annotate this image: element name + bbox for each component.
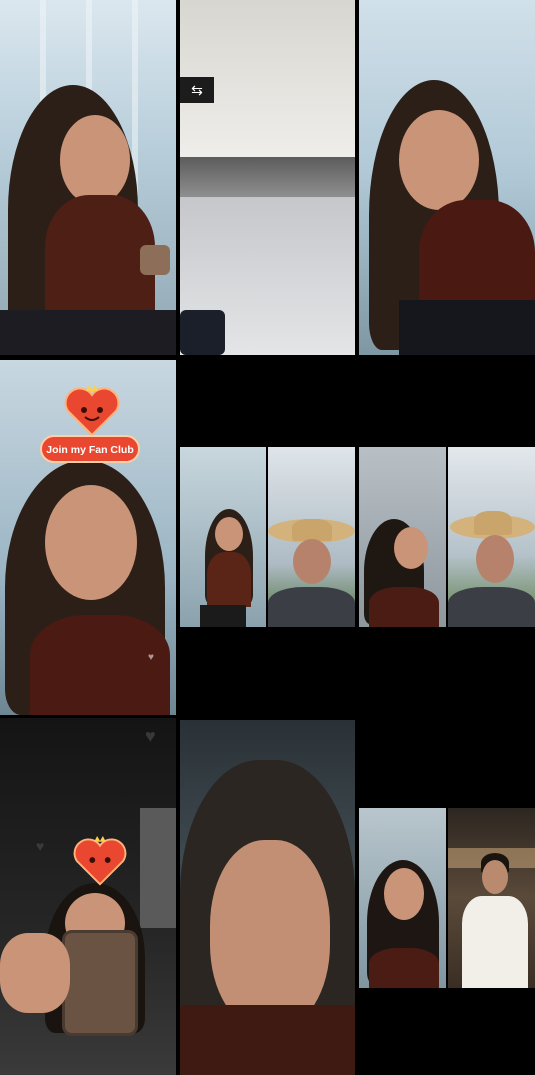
luggage-handle <box>180 310 225 355</box>
knit-top <box>369 948 439 988</box>
baggage-sign: ⇆ <box>180 77 214 103</box>
tile-woman-closeup[interactable] <box>180 720 355 1075</box>
white-shirt <box>462 896 528 988</box>
tile-airport-baggage-claim[interactable]: ⇆ <box>180 0 355 355</box>
fan-club-heart-icon <box>64 385 120 437</box>
hand <box>0 933 70 1013</box>
jeans <box>399 300 535 355</box>
phone-device <box>140 245 170 275</box>
pants <box>200 605 246 627</box>
knit-top <box>45 195 155 325</box>
phone-device <box>62 930 138 1036</box>
jeans <box>0 310 176 355</box>
tile-duet-man-cowboy-hat-2[interactable] <box>448 447 535 627</box>
knit-top <box>369 587 439 627</box>
tile-duet-woman-terminal[interactable] <box>180 447 266 627</box>
tile-duet-woman-smiling[interactable] <box>359 808 446 988</box>
tile-woman-leaning-terminal[interactable] <box>359 0 535 355</box>
fan-club-badge[interactable]: Join my Fan Club <box>40 375 150 471</box>
screens-row <box>180 157 355 197</box>
car-window <box>140 808 176 928</box>
knit-top <box>207 552 251 607</box>
floating-heart-icon: ♥ <box>36 838 45 854</box>
tile-woman-car-phone[interactable]: ♥ ♥ <box>0 718 176 1075</box>
cowboy-hat-crown <box>474 511 512 535</box>
tile-duet-man-cowboy-hat[interactable] <box>268 447 355 627</box>
tile-duet-woman-profile[interactable] <box>359 447 446 627</box>
gray-tshirt <box>268 587 355 627</box>
gray-tshirt <box>448 587 535 627</box>
floating-heart-icon: ♥ <box>148 652 154 663</box>
face <box>394 527 428 569</box>
face <box>215 517 243 551</box>
face <box>210 840 330 1030</box>
cowboy-hat-crown <box>292 519 332 541</box>
face <box>60 115 130 205</box>
face <box>399 110 479 210</box>
face <box>293 539 331 584</box>
knit-top <box>30 615 170 715</box>
tile-duet-man-white-shirt[interactable] <box>448 808 535 988</box>
floating-heart-icon: ♥ <box>145 726 156 746</box>
face <box>45 485 137 600</box>
knit-top <box>180 1005 355 1075</box>
face <box>384 868 424 920</box>
face <box>476 535 514 583</box>
fan-club-label: Join my Fan Club <box>40 435 140 463</box>
tile-woman-phone-terminal[interactable] <box>0 0 176 355</box>
fan-club-heart-icon <box>73 836 127 886</box>
face <box>482 860 508 894</box>
